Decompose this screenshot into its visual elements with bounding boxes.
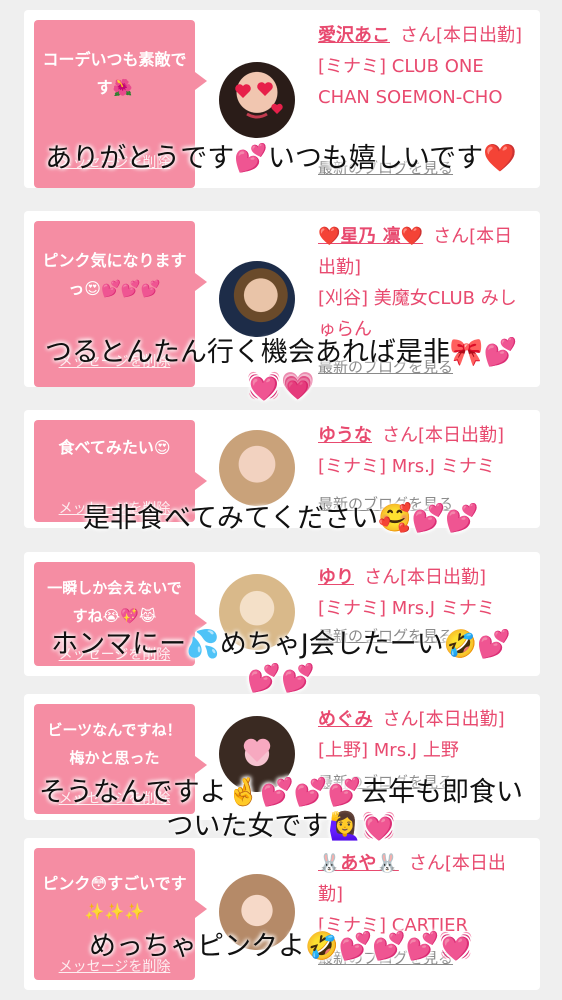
reply-comment: めっちゃピンクよ🤣💕💕💕💓: [88, 931, 474, 962]
cast-shop: [刈谷] 美魔女CLUB みしゅらん: [318, 288, 517, 340]
avatar[interactable]: [219, 430, 295, 506]
reply-comment: ホンマにー💦めちゃJ会したーい🤣💕 💕💕: [51, 629, 511, 694]
avatar[interactable]: [219, 62, 295, 138]
message-card: ピンク😳すごいです✨✨✨ メッセージを削除 🐰あや🐰 さん[本日出勤] [ミナミ]…: [24, 838, 540, 990]
cast-info: ❤️星乃 凛❤️ さん[本日出勤] [刈谷] 美魔女CLUB みしゅらん: [318, 221, 530, 345]
cast-name-link[interactable]: ❤️星乃 凛❤️: [318, 226, 423, 247]
cast-info: 愛沢あこ さん[本日出勤] [ミナミ] CLUB ONE CHAN SOEMON-…: [318, 20, 530, 113]
reply-comment: つるとんたん行く機会あれば是非🎀💕 💓💗: [44, 337, 518, 402]
cast-shop: [ミナミ] CLUB ONE CHAN SOEMON-CHO: [318, 56, 503, 108]
cast-info: ゆり さん[本日出勤] [ミナミ] Mrs.J ミナミ: [318, 562, 530, 624]
message-text: コーデいつも素敵です🌺: [42, 50, 187, 97]
cast-name-link[interactable]: めぐみ: [318, 709, 373, 730]
avatar[interactable]: [219, 261, 295, 337]
cast-shop: [上野] Mrs.J 上野: [318, 740, 459, 761]
message-text: ピンク気になりますっ😍💕💕💕: [42, 251, 187, 298]
cast-info: めぐみ さん[本日出勤] [上野] Mrs.J 上野: [318, 704, 530, 766]
cast-status: さん[本日出勤]: [364, 567, 487, 588]
reply-comment: ありがとうです💕いつも嬉しいです❤️: [45, 143, 517, 174]
reply-comment: そうなんですよ🤞💕💕💕去年も即食い ついた女です🙋‍♀️💓: [38, 777, 524, 842]
message-text: 食べてみたい😍: [58, 438, 171, 457]
message-text: ピンク😳すごいです✨✨✨: [42, 874, 187, 921]
heart-sticker-icon: [235, 82, 283, 119]
cast-name-link[interactable]: ゆり: [318, 567, 354, 588]
cast-info: ゆうな さん[本日出勤] [ミナミ] Mrs.J ミナミ: [318, 420, 530, 482]
cast-shop: [ミナミ] Mrs.J ミナミ: [318, 598, 495, 619]
cast-status: さん[本日出勤]: [382, 709, 505, 730]
cast-status: さん[本日出勤]: [382, 425, 505, 446]
reply-comment: 是非食べてみてください🥰💕💕: [83, 503, 479, 534]
cast-name-link[interactable]: 愛沢あこ: [318, 25, 390, 46]
cast-shop: [ミナミ] Mrs.J ミナミ: [318, 456, 495, 477]
cast-name-link[interactable]: 🐰あや🐰: [318, 853, 399, 874]
cast-info: 🐰あや🐰 さん[本日出勤] [ミナミ] CARTIER: [318, 848, 530, 941]
cast-name-link[interactable]: ゆうな: [318, 425, 372, 446]
cast-status: さん[本日出勤]: [400, 25, 523, 46]
message-text: ビーツなんですね！梅かと思った: [47, 721, 182, 767]
message-text: 一瞬しか会えないですね😭💖😹: [47, 579, 182, 625]
